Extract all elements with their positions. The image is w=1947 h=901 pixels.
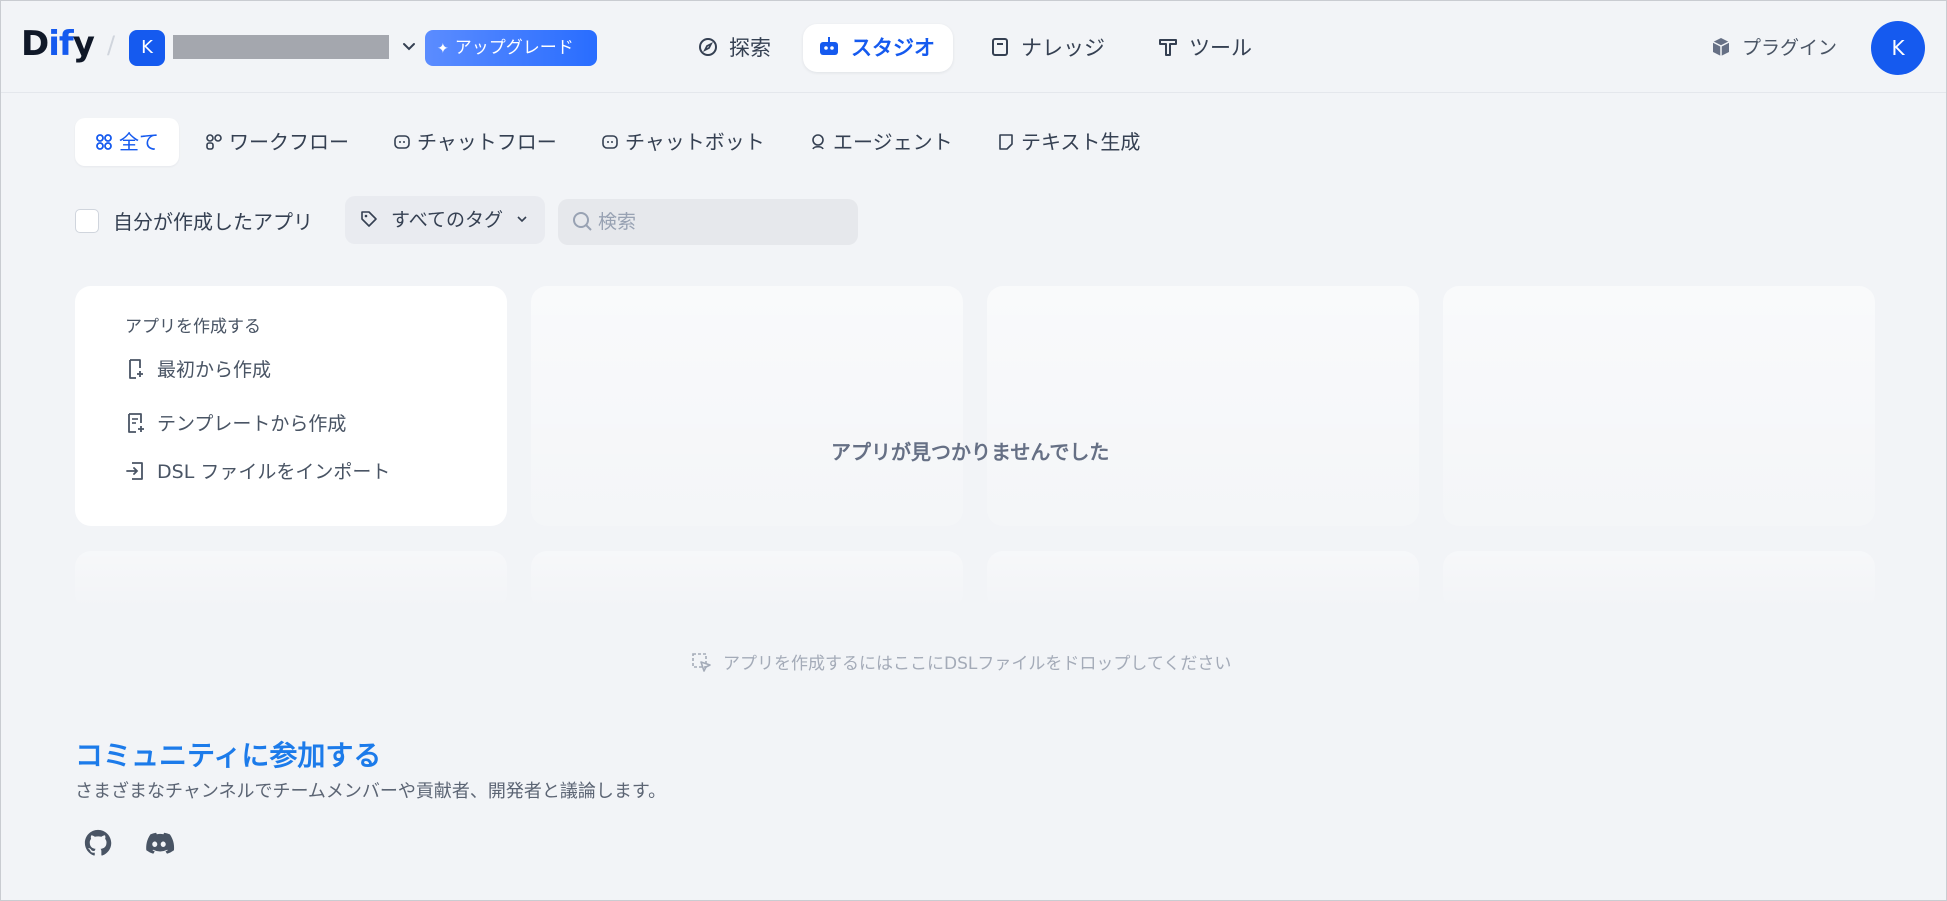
grid-icon [96,134,112,150]
nav-tools[interactable]: ツール [1143,24,1270,72]
import-icon [126,462,143,480]
github-icon[interactable] [83,828,113,858]
user-avatar[interactable]: K [1871,21,1925,75]
chevron-down-icon [517,216,527,223]
placeholder-card [531,286,963,526]
nav-knowledge[interactable]: ナレッジ [975,24,1123,72]
community-description: さまざまなチャンネルでチームメンバーや貢献者、開発者と議論します。 [75,781,667,802]
file-plus-icon [129,359,143,379]
tab-all[interactable]: 全て [75,118,179,166]
dsl-drop-hint: アプリを作成するにはここにDSLファイルをドロップしてください [691,649,1231,674]
search-box[interactable] [558,199,858,245]
tag-filter-dropdown[interactable]: すべてのタグ [345,196,545,244]
nav-studio[interactable]: スタジオ [803,24,953,72]
workspace-name-redacted[interactable] [173,35,389,59]
community-title: コミュニティに参加する [75,739,382,772]
chevron-down-icon[interactable] [399,37,419,57]
top-header: Dify / K ✦ アップグレード 探索 スタジオ ナレッジ ツール プラグイン… [1,1,1946,93]
robot-icon [820,37,838,55]
file-template-icon [128,413,144,433]
placeholder-card [987,286,1419,526]
empty-state-message: アプリが見つかりませんでした [831,440,1110,464]
sparkle-icon: ✦ [437,41,449,57]
create-from-blank-button[interactable]: 最初から作成 [125,355,271,382]
compass-icon [699,38,717,56]
search-icon [573,212,592,231]
hammer-icon [1159,39,1177,56]
upgrade-button[interactable]: ✦ アップグレード [425,30,597,66]
create-from-template-button[interactable]: テンプレートから作成 [125,409,346,436]
placeholder-card [75,551,507,611]
tab-chatflow[interactable]: チャットフロー [373,118,577,166]
import-dsl-button[interactable]: DSL ファイルをインポート [125,457,390,484]
tab-workflow[interactable]: ワークフロー [185,118,369,166]
breadcrumb-separator: / [107,31,116,59]
create-app-title: アプリを作成する [125,317,261,337]
agent-icon [812,134,824,150]
workspace-avatar[interactable]: K [129,30,165,66]
cube-icon [1712,38,1730,56]
placeholder-card [1443,551,1875,611]
tab-text-generator[interactable]: テキスト生成 [977,118,1160,166]
plugin-button[interactable]: プラグイン [1710,31,1837,65]
nav-explore[interactable]: 探索 [683,24,789,72]
tag-filter-label: すべてのタグ [391,209,503,231]
created-by-me-checkbox[interactable] [75,209,99,233]
tab-agent[interactable]: エージェント [789,118,973,166]
chatflow-icon [394,135,410,149]
placeholder-card [987,551,1419,611]
created-by-me-label[interactable]: 自分が作成したアプリ [113,206,313,235]
create-app-card: アプリを作成する 最初から作成 テンプレートから作成 DSL ファイルをインポー… [75,286,507,526]
text-generator-icon [999,134,1013,150]
tab-chatbot[interactable]: チャットボット [581,118,785,166]
book-icon [992,38,1008,56]
chatbot-icon [602,135,618,149]
search-input[interactable] [598,199,848,245]
drop-file-icon [692,652,711,672]
placeholder-card [531,551,963,611]
tag-icon [361,211,377,227]
workflow-icon [206,134,222,150]
discord-icon[interactable] [143,828,175,858]
dify-logo[interactable]: Dify [21,24,95,64]
placeholder-card [1443,286,1875,526]
